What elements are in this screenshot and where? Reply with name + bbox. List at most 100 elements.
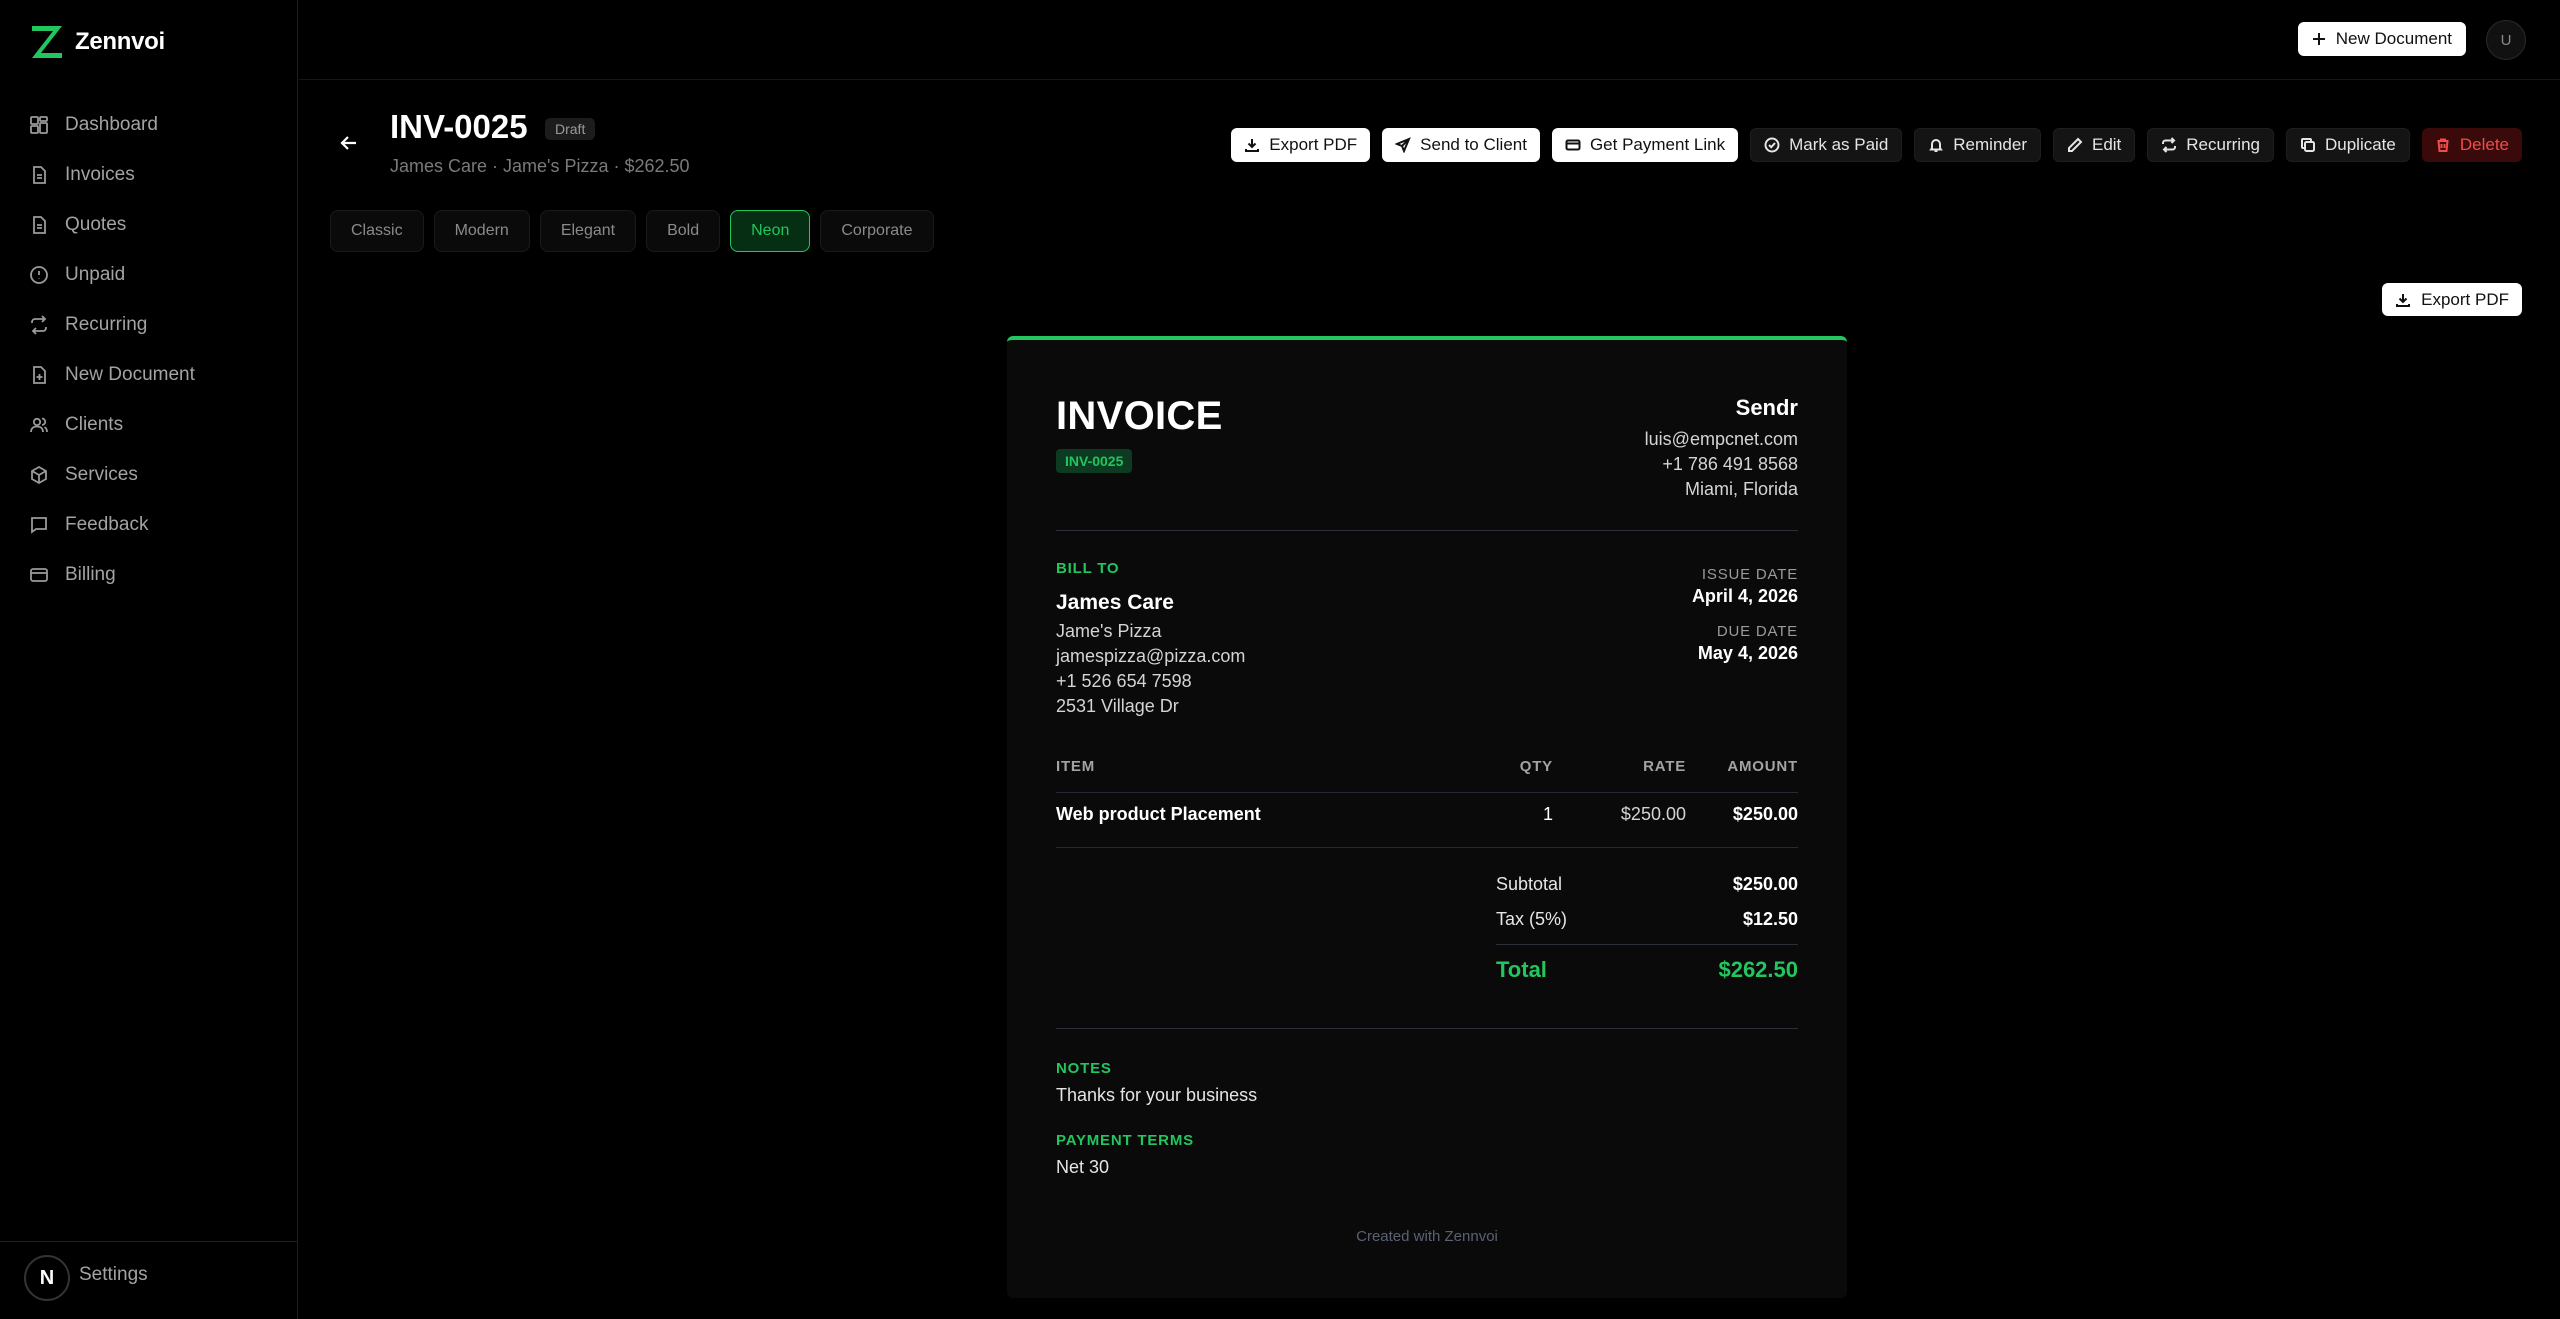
duplicate-label: Duplicate [2324, 135, 2396, 154]
issue-date: April 4, 2026 [1691, 586, 1798, 606]
template-modern[interactable]: Modern [433, 210, 530, 252]
send-icon [1395, 137, 1412, 153]
back-arrow-icon[interactable] [336, 130, 362, 156]
column-item: ITEM [1056, 758, 1096, 775]
items-table-header: ITEM QTY RATE AMOUNT [1056, 758, 1798, 786]
sidebar-item-label: Services [65, 464, 138, 485]
sender-name: Sendr [1735, 395, 1798, 420]
edit-button[interactable]: Edit [2052, 128, 2136, 162]
divider [1056, 792, 1798, 793]
row-amount: $250.00 [1732, 804, 1798, 824]
bell-icon [1929, 139, 1944, 152]
column-rate: RATE [1643, 758, 1686, 775]
template-corporate[interactable]: Corporate [820, 210, 934, 252]
sidebar-item-billing[interactable]: Billing [0, 550, 298, 600]
sidebar-item-label: Invoices [65, 164, 135, 185]
credit-card-icon [1565, 139, 1581, 151]
delete-button[interactable]: Delete [2421, 128, 2522, 162]
dashboard-icon [30, 116, 48, 134]
sidebar-item-unpaid[interactable]: Unpaid [0, 250, 298, 300]
sidebar-item-invoices[interactable]: Invoices [0, 150, 298, 200]
sidebar-item-label: Dashboard [65, 114, 158, 135]
workspace-avatar[interactable]: N [24, 1255, 70, 1301]
row-item: Web product Placement [1056, 804, 1261, 824]
reminder-label: Reminder [1953, 135, 2027, 154]
column-amount: AMOUNT [1727, 758, 1798, 775]
status-badge: Draft [545, 118, 596, 140]
client-phone: +1 526 654 7598 [1056, 671, 1192, 691]
client-name: James Care [1056, 591, 1174, 614]
sender-info: Sendr luis@empcnet.com +1 786 491 8568 M… [1645, 395, 1798, 502]
mark-as-paid-button[interactable]: Mark as Paid [1750, 128, 1903, 162]
file-icon [33, 216, 46, 234]
pencil-icon [2067, 137, 2083, 152]
sidebar-item-quotes[interactable]: Quotes [0, 200, 298, 250]
sidebar-item-clients[interactable]: Clients [0, 400, 298, 450]
zennvoi-logo-icon [32, 26, 62, 58]
payment-terms-text: Net 30 [1056, 1157, 1110, 1177]
invoice-footer: Created with Zennvoi [1356, 1228, 1498, 1245]
table-row: Web product Placement 1 $250.00 $250.00 [1056, 804, 1798, 834]
total-value: $262.50 [1718, 957, 1798, 982]
invoice-heading: INVOICE [1056, 394, 1223, 438]
credit-card-icon [30, 568, 48, 582]
sidebar-nav: Dashboard Invoices Quotes Unpaid Recurri… [0, 100, 298, 600]
sidebar-item-services[interactable]: Services [0, 450, 298, 500]
send-to-client-button[interactable]: Send to Client [1382, 128, 1540, 162]
due-date-label: DUE DATE [1716, 623, 1798, 640]
trash-icon [2437, 138, 2449, 152]
settings-label: Settings [79, 1264, 148, 1285]
check-circle-icon [1764, 137, 1780, 153]
invoice-preview: INVOICE INV-0025 Sendr luis@empcnet.com … [1007, 336, 1847, 1298]
template-elegant[interactable]: Elegant [539, 210, 637, 252]
sidebar-item-new-document[interactable]: New Document [0, 350, 298, 400]
download-icon [1245, 139, 1260, 152]
repeat-icon [31, 315, 47, 335]
recurring-button[interactable]: Recurring [2147, 128, 2274, 162]
app-name: Zennvoi [75, 28, 165, 55]
edit-label: Edit [2091, 135, 2122, 154]
template-classic[interactable]: Classic [330, 210, 424, 252]
export-pdf-button[interactable]: Export PDF [1231, 128, 1371, 162]
page-title: INV-0025 [390, 108, 528, 145]
sidebar-item-dashboard[interactable]: Dashboard [0, 100, 298, 150]
new-document-button[interactable]: New Document [2297, 22, 2466, 56]
get-payment-link-button[interactable]: Get Payment Link [1551, 128, 1739, 162]
notes-section: NOTES Thanks for your business PAYMENT T… [1056, 1060, 1257, 1204]
sender-location: Miami, Florida [1684, 479, 1798, 499]
users-icon [30, 417, 48, 433]
app-logo[interactable]: Zennvoi [29, 22, 165, 62]
column-qty: QTY [1519, 758, 1553, 775]
divider [1056, 847, 1798, 848]
dates-section: ISSUE DATE April 4, 2026 DUE DATE May 4,… [1692, 566, 1798, 664]
sidebar-item-label: Clients [65, 414, 124, 435]
issue-date-label: ISSUE DATE [1701, 566, 1798, 583]
sidebar-item-label: Recurring [65, 314, 148, 335]
subtotal-value: $250.00 [1732, 874, 1798, 894]
copy-icon [2300, 138, 2315, 152]
row-qty: 1 [1542, 804, 1553, 824]
export-pdf-preview-button[interactable]: Export PDF [2382, 283, 2522, 316]
template-bold[interactable]: Bold [646, 210, 721, 252]
new-document-label: New Document [2335, 29, 2452, 48]
sidebar-item-recurring[interactable]: Recurring [0, 300, 298, 350]
template-neon[interactable]: Neon [730, 210, 811, 252]
sidebar-item-feedback[interactable]: Feedback [0, 500, 298, 550]
divider [1056, 530, 1798, 531]
file-plus-icon [33, 366, 46, 384]
duplicate-button[interactable]: Duplicate [2285, 128, 2410, 162]
file-icon [33, 166, 46, 184]
get-payment-link-label: Get Payment Link [1589, 135, 1726, 154]
message-icon [31, 517, 47, 534]
divider [1496, 944, 1798, 945]
row-rate: $250.00 [1620, 804, 1686, 824]
invoice-number-badge: INV-0025 [1056, 449, 1133, 473]
plus-icon [2312, 33, 2325, 45]
repeat-icon [2162, 137, 2177, 153]
bill-to-label: BILL TO [1056, 560, 1120, 577]
reminder-button[interactable]: Reminder [1914, 128, 2041, 162]
user-avatar[interactable]: U [2486, 20, 2526, 60]
sender-phone: +1 786 491 8568 [1662, 454, 1798, 474]
subtotal-row: Subtotal $250.00 [1496, 874, 1798, 909]
totals-section: Subtotal $250.00 Tax (5%) $12.50 Total $… [1496, 874, 1798, 992]
